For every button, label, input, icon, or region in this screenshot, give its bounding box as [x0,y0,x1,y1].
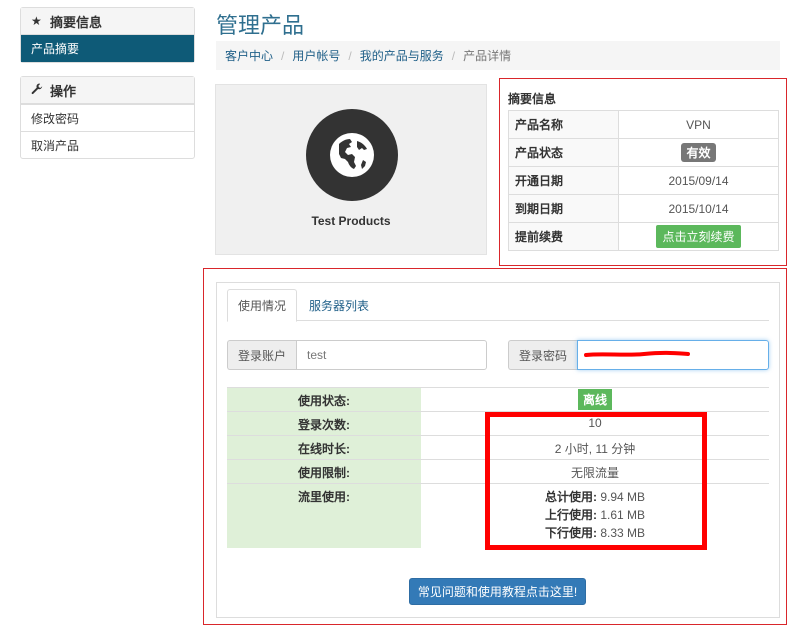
stat-label: 在线时长: [227,436,421,459]
summary-value: VPN [618,110,779,139]
table-row: 产品名称 VPN [508,110,779,139]
table-row: 产品状态 有效 [508,138,779,167]
renew-now-button[interactable]: 点击立刻续费 [656,225,741,248]
breadcrumb-user-account[interactable]: 用户帐号 [292,47,340,64]
redaction-scribble [584,350,691,357]
sidebar-item-product-summary[interactable]: 产品摘要 [21,35,194,62]
password-field[interactable] [577,340,769,370]
table-row: 使用状态: 离线 [227,387,769,411]
account-field[interactable]: test [296,340,487,370]
sidebar-summary-panel: ★ 摘要信息 产品摘要 [20,7,195,63]
table-row: 到期日期 2015/10/14 [508,194,779,223]
usage-panel: 使用情况 服务器列表 登录账户 test 登录密码 使用状态: 离线 登录次数:… [216,282,780,618]
summary-label: 产品名称 [508,110,619,139]
table-row: 登录次数: 10 [227,411,769,435]
table-row: 流里使用: 总计使用: 9.94 MB 上行使用: 1.61 MB 下行使用: … [227,483,769,548]
account-label: 登录账户 [227,340,297,370]
stat-label: 使用限制: [227,460,421,483]
breadcrumb-client-center[interactable]: 客户中心 [225,47,273,64]
page-title: 管理产品 [216,13,305,38]
summary-title: 摘要信息 [508,92,557,106]
summary-annotation-box: 摘要信息 产品名称 VPN 产品状态 有效 开通日期 2015/09/14 到期… [499,78,787,266]
flow-upload: 上行使用: 1.61 MB [544,508,646,522]
usage-tabs: 使用情况 服务器列表 [227,289,769,322]
stat-label: 使用状态: [227,388,421,411]
summary-label: 产品状态 [508,138,619,167]
table-row: 使用限制: 无限流量 [227,459,769,483]
summary-label: 开通日期 [508,166,619,195]
sidebar-item-change-password[interactable]: 修改密码 [21,104,194,131]
sidebar-summary-title: 摘要信息 [50,14,103,30]
stat-value: 2 小时, 11 分钟 [554,442,636,456]
breadcrumb: 客户中心 / 用户帐号 / 我的产品与服务 / 产品详情 [216,41,780,70]
flow-download: 下行使用: 8.33 MB [544,526,646,540]
globe-icon [306,109,398,201]
star-icon: ★ [31,14,42,28]
product-name: Test Products [311,214,391,228]
sidebar-summary-header: ★ 摘要信息 [21,8,194,35]
account-input-group: 登录账户 test [227,340,487,370]
status-badge: 有效 [681,143,716,162]
summary-label: 到期日期 [508,194,619,223]
tab-server-list[interactable]: 服务器列表 [299,289,379,322]
summary-value: 2015/10/14 [618,194,779,223]
sidebar-actions-title: 操作 [50,83,77,99]
password-label: 登录密码 [508,340,578,370]
wrench-icon [31,82,45,98]
breadcrumb-product-details: 产品详情 [463,49,512,63]
flow-usage-values: 总计使用: 9.94 MB 上行使用: 1.61 MB 下行使用: 8.33 M… [421,484,769,548]
stat-label: 登录次数: [227,412,421,435]
summary-table: 产品名称 VPN 产品状态 有效 开通日期 2015/09/14 到期日期 20… [508,110,779,251]
breadcrumb-my-products[interactable]: 我的产品与服务 [360,47,444,64]
flow-total: 总计使用: 9.94 MB [544,490,646,504]
password-input-group: 登录密码 [508,340,769,370]
breadcrumb-separator: / [451,48,456,63]
sidebar-actions-header: 操作 [21,77,194,104]
usage-stats-table: 使用状态: 离线 登录次数: 10 在线时长: 2 小时, 11 分钟 使用限制… [227,387,769,548]
stat-value: 10 [588,416,602,430]
table-row: 在线时长: 2 小时, 11 分钟 [227,435,769,459]
product-card: Test Products [215,84,487,255]
tab-usage[interactable]: 使用情况 [227,289,298,322]
stat-label: 流里使用: [227,484,421,548]
status-badge: 离线 [577,389,612,410]
table-row: 开通日期 2015/09/14 [508,166,779,195]
breadcrumb-separator: / [348,48,352,63]
breadcrumb-separator: / [281,48,285,63]
stat-value: 无限流量 [570,466,619,480]
table-row: 提前续费 点击立刻续费 [508,222,779,251]
summary-value: 2015/09/14 [618,166,779,195]
faq-tutorial-button[interactable]: 常见问题和使用教程点击这里! [409,578,586,605]
summary-label: 提前续费 [508,222,619,251]
sidebar-item-cancel-product[interactable]: 取消产品 [21,131,194,158]
sidebar-actions-panel: 操作 修改密码 取消产品 [20,76,195,159]
usage-annotation-box: 使用情况 服务器列表 登录账户 test 登录密码 使用状态: 离线 登录次数:… [203,268,787,625]
